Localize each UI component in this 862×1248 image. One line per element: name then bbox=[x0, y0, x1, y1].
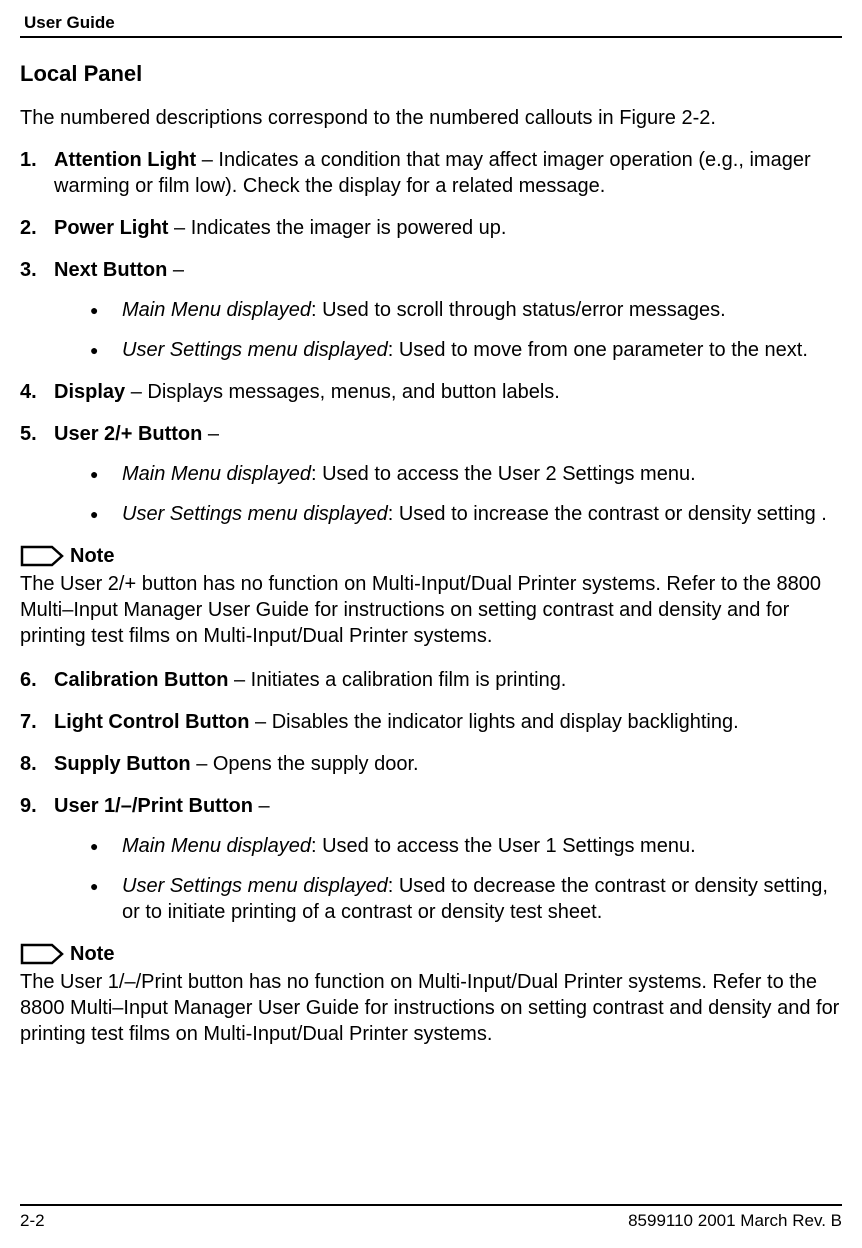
item-desc: – Disables the indicator lights and disp… bbox=[250, 711, 739, 733]
note-body: The User 1/–/Print button has no functio… bbox=[20, 969, 842, 1047]
item-term: User 2/+ Button bbox=[54, 423, 202, 445]
item-term: User 1/–/Print Button bbox=[54, 795, 253, 817]
sub-em: User Settings menu displayed bbox=[122, 503, 388, 525]
item-number: 1. bbox=[20, 147, 54, 199]
item-body: Display – Displays messages, menus, and … bbox=[54, 379, 842, 405]
bullet-icon: ● bbox=[90, 873, 122, 899]
note-body: The User 2/+ button has no function on M… bbox=[20, 571, 842, 649]
item-desc: – bbox=[202, 423, 219, 445]
note-icon bbox=[20, 943, 64, 965]
doc-info: 8599110 2001 March Rev. B bbox=[628, 1210, 842, 1232]
bullet-icon: ● bbox=[90, 501, 122, 527]
sub-em: User Settings menu displayed bbox=[122, 339, 388, 361]
sub-body: Main Menu displayed: Used to access the … bbox=[122, 461, 842, 487]
item-term: Attention Light bbox=[54, 149, 196, 171]
list-item: 2. Power Light – Indicates the imager is… bbox=[20, 215, 842, 241]
note-block: Note The User 2/+ button has no function… bbox=[20, 543, 842, 649]
sub-em: User Settings menu displayed bbox=[122, 875, 388, 897]
note-label: Note bbox=[70, 543, 114, 569]
sub-body: User Settings menu displayed: Used to mo… bbox=[122, 337, 842, 363]
item-desc: – Displays messages, menus, and button l… bbox=[125, 381, 560, 403]
list-item: 4. Display – Displays messages, menus, a… bbox=[20, 379, 842, 405]
item-term: Supply Button bbox=[54, 753, 191, 775]
item-body: User 1/–/Print Button – ●Main Menu displ… bbox=[54, 793, 842, 925]
sub-rest: : Used to scroll through status/error me… bbox=[311, 299, 726, 321]
sub-item: ●User Settings menu displayed: Used to i… bbox=[54, 501, 842, 527]
footer: 2-2 8599110 2001 March Rev. B bbox=[20, 1204, 842, 1232]
item-desc: – Opens the supply door. bbox=[191, 753, 419, 775]
item-number: 9. bbox=[20, 793, 54, 925]
list-item: 3. Next Button – ●Main Menu displayed: U… bbox=[20, 257, 842, 363]
note-heading: Note bbox=[20, 941, 842, 967]
sub-rest: : Used to move from one parameter to the… bbox=[388, 339, 808, 361]
header-label: User Guide bbox=[20, 12, 842, 36]
list-item: 5. User 2/+ Button – ●Main Menu displaye… bbox=[20, 421, 842, 527]
item-number: 5. bbox=[20, 421, 54, 527]
item-term: Next Button bbox=[54, 259, 167, 281]
page-number: 2-2 bbox=[20, 1210, 45, 1232]
numbered-list: 6. Calibration Button – Initiates a cali… bbox=[20, 667, 842, 925]
numbered-list: 1. Attention Light – Indicates a conditi… bbox=[20, 147, 842, 527]
item-desc: – Indicates the imager is powered up. bbox=[168, 217, 506, 239]
bullet-icon: ● bbox=[90, 833, 122, 859]
note-heading: Note bbox=[20, 543, 842, 569]
item-desc: – bbox=[253, 795, 270, 817]
sub-body: User Settings menu displayed: Used to de… bbox=[122, 873, 842, 925]
sub-list: ●Main Menu displayed: Used to access the… bbox=[54, 833, 842, 925]
item-body: User 2/+ Button – ●Main Menu displayed: … bbox=[54, 421, 842, 527]
item-term: Display bbox=[54, 381, 125, 403]
bullet-icon: ● bbox=[90, 461, 122, 487]
item-body: Attention Light – Indicates a condition … bbox=[54, 147, 842, 199]
sub-list: ●Main Menu displayed: Used to scroll thr… bbox=[54, 297, 842, 363]
sub-rest: : Used to access the User 2 Settings men… bbox=[311, 463, 696, 485]
sub-em: Main Menu displayed bbox=[122, 835, 311, 857]
item-desc: – bbox=[167, 259, 184, 281]
item-term: Power Light bbox=[54, 217, 168, 239]
sub-em: Main Menu displayed bbox=[122, 463, 311, 485]
item-body: Power Light – Indicates the imager is po… bbox=[54, 215, 842, 241]
sub-item: ●Main Menu displayed: Used to access the… bbox=[54, 461, 842, 487]
item-number: 2. bbox=[20, 215, 54, 241]
sub-rest: : Used to access the User 1 Settings men… bbox=[311, 835, 696, 857]
note-label: Note bbox=[70, 941, 114, 967]
item-body: Supply Button – Opens the supply door. bbox=[54, 751, 842, 777]
item-number: 8. bbox=[20, 751, 54, 777]
list-item: 7. Light Control Button – Disables the i… bbox=[20, 709, 842, 735]
item-term: Calibration Button bbox=[54, 669, 228, 691]
sub-list: ●Main Menu displayed: Used to access the… bbox=[54, 461, 842, 527]
sub-body: Main Menu displayed: Used to access the … bbox=[122, 833, 842, 859]
list-item: 8. Supply Button – Opens the supply door… bbox=[20, 751, 842, 777]
list-item: 9. User 1/–/Print Button – ●Main Menu di… bbox=[20, 793, 842, 925]
item-term: Light Control Button bbox=[54, 711, 250, 733]
section-title: Local Panel bbox=[20, 60, 842, 89]
item-number: 6. bbox=[20, 667, 54, 693]
sub-body: User Settings menu displayed: Used to in… bbox=[122, 501, 842, 527]
item-number: 3. bbox=[20, 257, 54, 363]
note-block: Note The User 1/–/Print button has no fu… bbox=[20, 941, 842, 1047]
list-item: 6. Calibration Button – Initiates a cali… bbox=[20, 667, 842, 693]
sub-item: ●User Settings menu displayed: Used to d… bbox=[54, 873, 842, 925]
sub-body: Main Menu displayed: Used to scroll thro… bbox=[122, 297, 842, 323]
sub-item: ●Main Menu displayed: Used to access the… bbox=[54, 833, 842, 859]
sub-item: ●User Settings menu displayed: Used to m… bbox=[54, 337, 842, 363]
bullet-icon: ● bbox=[90, 297, 122, 323]
item-body: Light Control Button – Disables the indi… bbox=[54, 709, 842, 735]
item-body: Calibration Button – Initiates a calibra… bbox=[54, 667, 842, 693]
item-number: 4. bbox=[20, 379, 54, 405]
note-icon bbox=[20, 545, 64, 567]
sub-item: ●Main Menu displayed: Used to scroll thr… bbox=[54, 297, 842, 323]
sub-em: Main Menu displayed bbox=[122, 299, 311, 321]
sub-rest: : Used to increase the contrast or densi… bbox=[388, 503, 827, 525]
item-desc: – Initiates a calibration film is printi… bbox=[228, 669, 566, 691]
header-rule bbox=[20, 36, 842, 38]
item-number: 7. bbox=[20, 709, 54, 735]
bullet-icon: ● bbox=[90, 337, 122, 363]
intro-text: The numbered descriptions correspond to … bbox=[20, 105, 842, 131]
item-body: Next Button – ●Main Menu displayed: Used… bbox=[54, 257, 842, 363]
list-item: 1. Attention Light – Indicates a conditi… bbox=[20, 147, 842, 199]
